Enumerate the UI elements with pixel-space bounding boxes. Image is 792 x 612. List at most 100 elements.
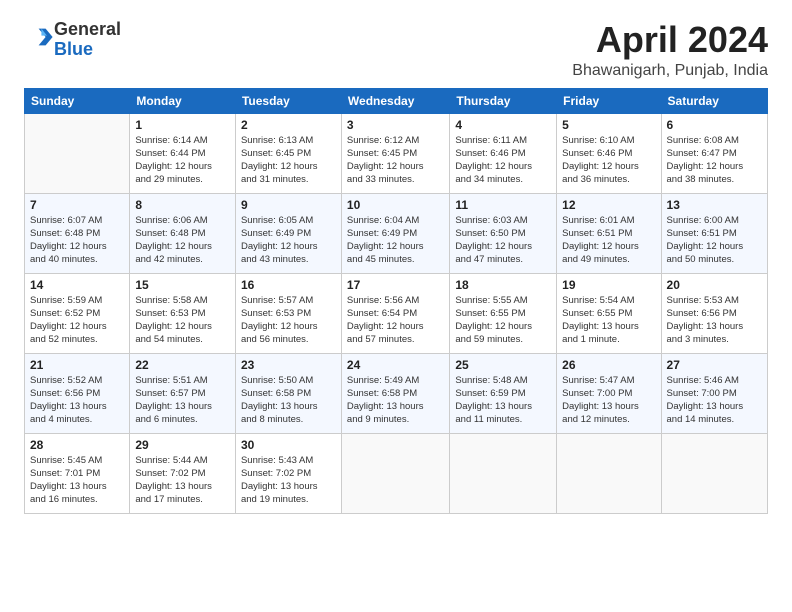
table-row [341, 433, 449, 513]
table-row [25, 113, 130, 193]
day-info: Sunrise: 5:46 AM Sunset: 7:00 PM Dayligh… [667, 374, 762, 427]
page: General Blue April 2024 Bhawanigarh, Pun… [0, 0, 792, 524]
table-row: 29 Sunrise: 5:44 AM Sunset: 7:02 PM Dayli… [130, 433, 236, 513]
calendar-week-row: 21 Sunrise: 5:52 AM Sunset: 6:56 PM Dayli… [25, 353, 768, 433]
day-info: Sunrise: 6:06 AM Sunset: 6:48 PM Dayligh… [135, 214, 230, 267]
day-number: 13 [667, 198, 762, 212]
day-info: Sunrise: 5:48 AM Sunset: 6:59 PM Dayligh… [455, 374, 551, 427]
day-number: 8 [135, 198, 230, 212]
table-row: 21 Sunrise: 5:52 AM Sunset: 6:56 PM Dayli… [25, 353, 130, 433]
day-info: Sunrise: 6:13 AM Sunset: 6:45 PM Dayligh… [241, 134, 336, 187]
day-info: Sunrise: 5:45 AM Sunset: 7:01 PM Dayligh… [30, 454, 124, 507]
table-row: 15 Sunrise: 5:58 AM Sunset: 6:53 PM Dayli… [130, 273, 236, 353]
table-row [661, 433, 767, 513]
day-info: Sunrise: 6:08 AM Sunset: 6:47 PM Dayligh… [667, 134, 762, 187]
table-row [557, 433, 661, 513]
day-number: 24 [347, 358, 444, 372]
day-number: 27 [667, 358, 762, 372]
calendar-week-row: 28 Sunrise: 5:45 AM Sunset: 7:01 PM Dayli… [25, 433, 768, 513]
table-row: 4 Sunrise: 6:11 AM Sunset: 6:46 PM Daylig… [450, 113, 557, 193]
calendar-week-row: 1 Sunrise: 6:14 AM Sunset: 6:44 PM Daylig… [25, 113, 768, 193]
day-info: Sunrise: 5:52 AM Sunset: 6:56 PM Dayligh… [30, 374, 124, 427]
col-monday: Monday [130, 88, 236, 113]
table-row: 1 Sunrise: 6:14 AM Sunset: 6:44 PM Daylig… [130, 113, 236, 193]
header: General Blue April 2024 Bhawanigarh, Pun… [24, 20, 768, 80]
day-number: 23 [241, 358, 336, 372]
logo-icon [26, 23, 54, 51]
table-row: 19Sunrise: 5:54 AM Sunset: 6:55 PM Dayli… [557, 273, 661, 353]
table-row: 28 Sunrise: 5:45 AM Sunset: 7:01 PM Dayli… [25, 433, 130, 513]
table-row: 10 Sunrise: 6:04 AM Sunset: 6:49 PM Dayli… [341, 193, 449, 273]
day-number: 20 [667, 278, 762, 292]
table-row: 13Sunrise: 6:00 AM Sunset: 6:51 PM Dayli… [661, 193, 767, 273]
table-row: 30Sunrise: 5:43 AM Sunset: 7:02 PM Dayli… [235, 433, 341, 513]
table-row: 23 Sunrise: 5:50 AM Sunset: 6:58 PM Dayli… [235, 353, 341, 433]
day-number: 22 [135, 358, 230, 372]
day-info: Sunrise: 5:49 AM Sunset: 6:58 PM Dayligh… [347, 374, 444, 427]
logo-blue: Blue [54, 39, 93, 59]
col-saturday: Saturday [661, 88, 767, 113]
calendar-week-row: 14 Sunrise: 5:59 AM Sunset: 6:52 PM Dayli… [25, 273, 768, 353]
logo-text: General Blue [54, 20, 121, 60]
day-info: Sunrise: 6:01 AM Sunset: 6:51 PM Dayligh… [562, 214, 655, 267]
day-number: 9 [241, 198, 336, 212]
day-number: 14 [30, 278, 124, 292]
table-row: 24 Sunrise: 5:49 AM Sunset: 6:58 PM Dayli… [341, 353, 449, 433]
day-number: 21 [30, 358, 124, 372]
logo: General Blue [24, 20, 121, 60]
day-number: 30 [241, 438, 336, 452]
table-row: 7 Sunrise: 6:07 AM Sunset: 6:48 PM Daylig… [25, 193, 130, 273]
day-info: Sunrise: 6:14 AM Sunset: 6:44 PM Dayligh… [135, 134, 230, 187]
day-number: 16 [241, 278, 336, 292]
table-row: 27 Sunrise: 5:46 AM Sunset: 7:00 PM Dayli… [661, 353, 767, 433]
day-info: Sunrise: 5:47 AM Sunset: 7:00 PM Dayligh… [562, 374, 655, 427]
day-number: 1 [135, 118, 230, 132]
day-info: Sunrise: 6:04 AM Sunset: 6:49 PM Dayligh… [347, 214, 444, 267]
table-row: 16Sunrise: 5:57 AM Sunset: 6:53 PM Dayli… [235, 273, 341, 353]
table-row: 9 Sunrise: 6:05 AM Sunset: 6:49 PM Daylig… [235, 193, 341, 273]
table-row: 11 Sunrise: 6:03 AM Sunset: 6:50 PM Dayli… [450, 193, 557, 273]
day-info: Sunrise: 6:12 AM Sunset: 6:45 PM Dayligh… [347, 134, 444, 187]
day-number: 7 [30, 198, 124, 212]
table-row: 3 Sunrise: 6:12 AM Sunset: 6:45 PM Daylig… [341, 113, 449, 193]
table-row: 25 Sunrise: 5:48 AM Sunset: 6:59 PM Dayli… [450, 353, 557, 433]
day-number: 6 [667, 118, 762, 132]
day-number: 12 [562, 198, 655, 212]
day-number: 4 [455, 118, 551, 132]
table-row: 14 Sunrise: 5:59 AM Sunset: 6:52 PM Dayli… [25, 273, 130, 353]
day-info: Sunrise: 5:58 AM Sunset: 6:53 PM Dayligh… [135, 294, 230, 347]
day-info: Sunrise: 5:56 AM Sunset: 6:54 PM Dayligh… [347, 294, 444, 347]
day-number: 11 [455, 198, 551, 212]
day-number: 29 [135, 438, 230, 452]
col-sunday: Sunday [25, 88, 130, 113]
table-row: 18 Sunrise: 5:55 AM Sunset: 6:55 PM Dayli… [450, 273, 557, 353]
day-info: Sunrise: 5:50 AM Sunset: 6:58 PM Dayligh… [241, 374, 336, 427]
day-number: 28 [30, 438, 124, 452]
calendar-week-row: 7 Sunrise: 6:07 AM Sunset: 6:48 PM Daylig… [25, 193, 768, 273]
day-info: Sunrise: 6:11 AM Sunset: 6:46 PM Dayligh… [455, 134, 551, 187]
day-number: 25 [455, 358, 551, 372]
day-info: Sunrise: 5:54 AM Sunset: 6:55 PM Dayligh… [562, 294, 655, 347]
day-number: 10 [347, 198, 444, 212]
col-friday: Friday [557, 88, 661, 113]
day-info: Sunrise: 5:55 AM Sunset: 6:55 PM Dayligh… [455, 294, 551, 347]
table-row: 2Sunrise: 6:13 AM Sunset: 6:45 PM Daylig… [235, 113, 341, 193]
title-block: April 2024 Bhawanigarh, Punjab, India [572, 20, 768, 80]
day-info: Sunrise: 6:03 AM Sunset: 6:50 PM Dayligh… [455, 214, 551, 267]
day-info: Sunrise: 5:44 AM Sunset: 7:02 PM Dayligh… [135, 454, 230, 507]
day-info: Sunrise: 6:07 AM Sunset: 6:48 PM Dayligh… [30, 214, 124, 267]
location-title: Bhawanigarh, Punjab, India [572, 62, 768, 80]
table-row: 17 Sunrise: 5:56 AM Sunset: 6:54 PM Dayli… [341, 273, 449, 353]
table-row: 5Sunrise: 6:10 AM Sunset: 6:46 PM Daylig… [557, 113, 661, 193]
month-title: April 2024 [572, 20, 768, 60]
calendar: Sunday Monday Tuesday Wednesday Thursday… [24, 88, 768, 514]
table-row: 20Sunrise: 5:53 AM Sunset: 6:56 PM Dayli… [661, 273, 767, 353]
day-info: Sunrise: 5:59 AM Sunset: 6:52 PM Dayligh… [30, 294, 124, 347]
day-number: 3 [347, 118, 444, 132]
day-info: Sunrise: 6:05 AM Sunset: 6:49 PM Dayligh… [241, 214, 336, 267]
day-number: 15 [135, 278, 230, 292]
day-number: 17 [347, 278, 444, 292]
logo-general: General [54, 19, 121, 39]
col-wednesday: Wednesday [341, 88, 449, 113]
day-number: 18 [455, 278, 551, 292]
